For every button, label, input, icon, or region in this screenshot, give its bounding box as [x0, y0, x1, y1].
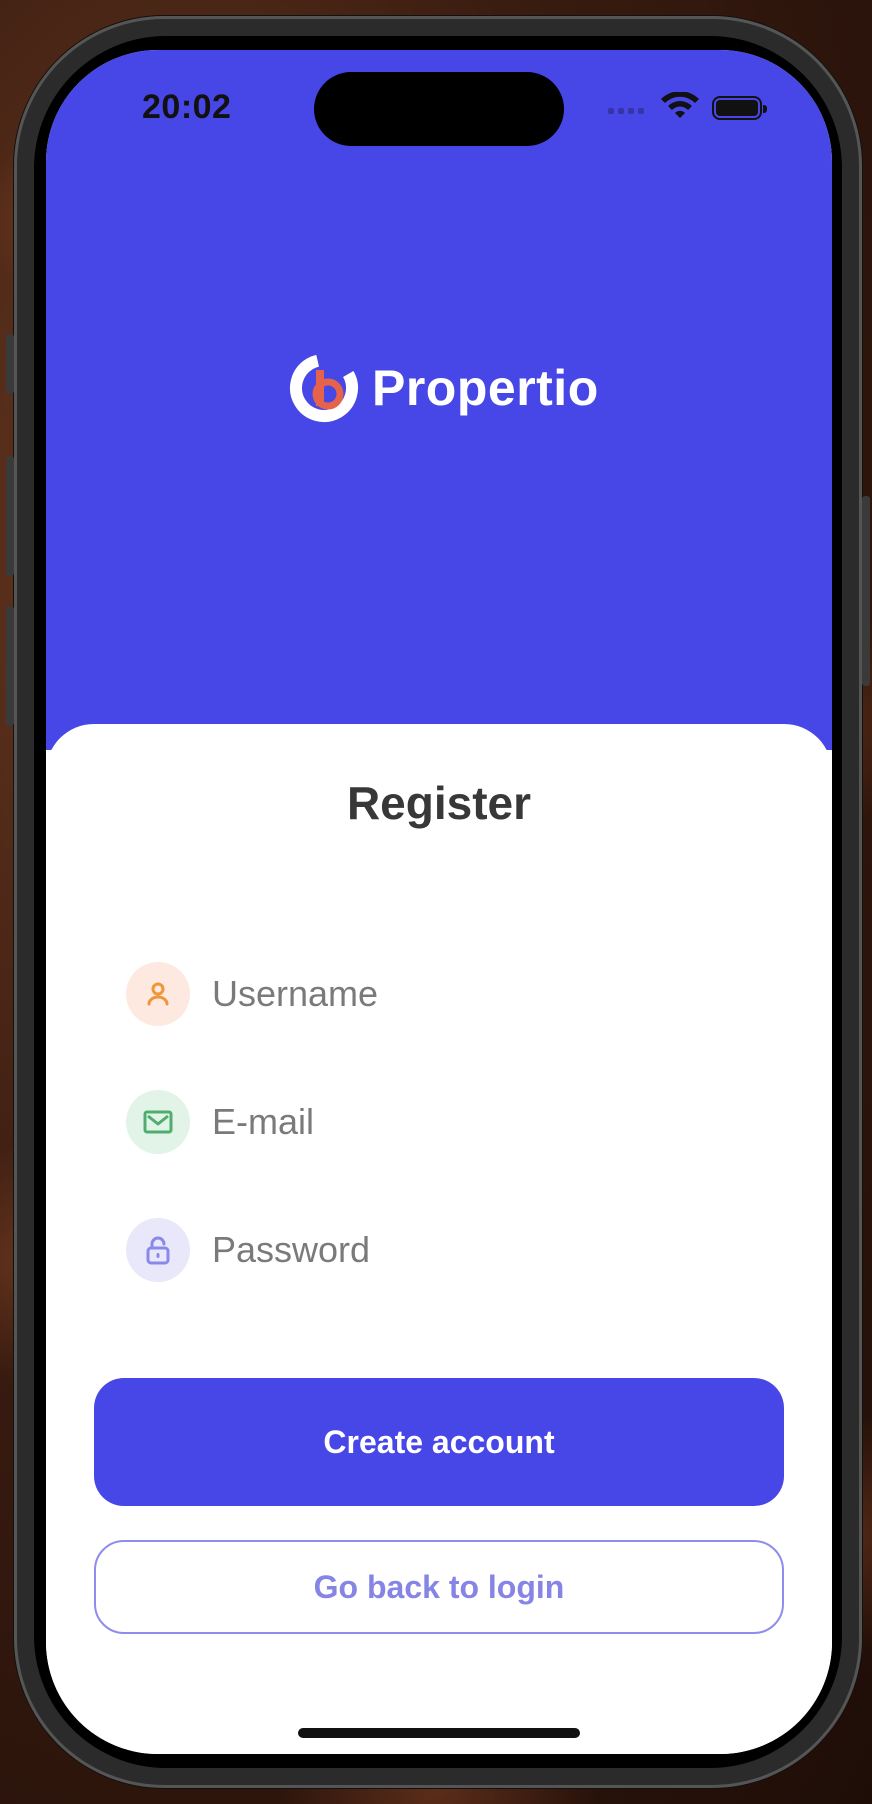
password-field[interactable]: Password [126, 1218, 370, 1282]
dynamic-island [314, 72, 564, 146]
register-card: Register Username E-mail Password Create… [46, 724, 832, 1754]
create-account-button[interactable]: Create account [94, 1378, 784, 1506]
status-time: 20:02 [142, 88, 232, 126]
power-button [862, 496, 870, 686]
screen: 20:02 Propertio Register Username E-mail… [46, 50, 832, 1754]
mail-icon [126, 1090, 190, 1154]
back-to-login-button[interactable]: Go back to login [94, 1540, 784, 1634]
brand-logo: Propertio [288, 352, 599, 424]
battery-icon [712, 96, 767, 120]
propertio-logo-icon [290, 354, 358, 422]
home-indicator[interactable] [298, 1728, 580, 1738]
volume-up-button [6, 456, 14, 576]
password-placeholder: Password [212, 1229, 371, 1270]
cellular-signal-icon [608, 108, 644, 114]
lock-icon [126, 1218, 190, 1282]
username-field[interactable]: Username [126, 962, 378, 1026]
username-placeholder: Username [212, 973, 379, 1014]
silent-switch [6, 334, 14, 394]
hero-header: 20:02 Propertio [46, 50, 832, 750]
volume-down-button [6, 606, 14, 726]
wifi-icon [661, 92, 699, 118]
email-field[interactable]: E-mail [126, 1090, 314, 1154]
brand-name: Propertio [372, 360, 599, 416]
email-placeholder: E-mail [212, 1101, 315, 1142]
user-icon [126, 962, 190, 1026]
page-title: Register [346, 777, 532, 829]
